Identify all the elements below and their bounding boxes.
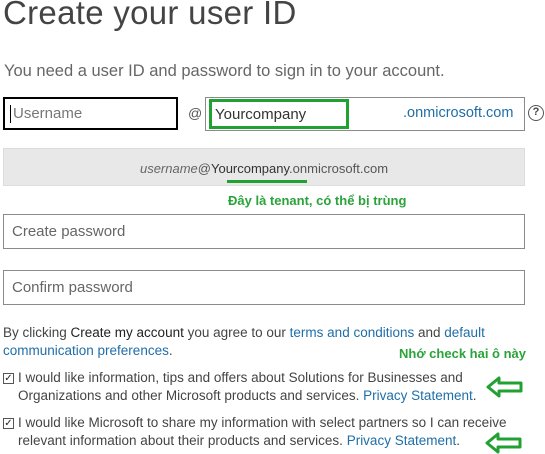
- tenant-note-annotation: Đây là tenant, có thể bị trùng: [228, 193, 407, 208]
- preview-tenant: Yourcompany: [210, 161, 290, 176]
- partners-checkbox[interactable]: ✓: [3, 418, 14, 429]
- preview-username: username: [139, 161, 198, 176]
- partners-option-text: I would like Microsoft to share my infor…: [18, 414, 528, 450]
- create-password-input[interactable]: [3, 214, 525, 249]
- page-subtitle: You need a user ID and password to sign …: [4, 62, 445, 80]
- at-sign: @: [188, 105, 203, 121]
- privacy-statement-link[interactable]: Privacy Statement: [363, 388, 473, 403]
- offers-period: .: [472, 388, 477, 403]
- confirm-password-input[interactable]: [3, 270, 525, 305]
- consent-end: .: [168, 343, 173, 358]
- check-note-annotation: Nhớ check hai ô này: [399, 346, 527, 361]
- help-icon[interactable]: ?: [528, 105, 544, 121]
- tenant-input[interactable]: [209, 99, 349, 129]
- consent-and: and: [414, 325, 445, 340]
- user-id-preview-text: username@Yourcompany.onmicrosoft.com: [3, 161, 525, 176]
- arrow-left-icon: [486, 376, 523, 398]
- username-input[interactable]: [3, 97, 178, 130]
- terms-link[interactable]: terms and conditions: [290, 325, 415, 340]
- preview-suffix: .onmicrosoft.com: [289, 161, 389, 176]
- offers-checkbox[interactable]: ✓: [3, 373, 14, 384]
- consent-prefix: By clicking: [3, 325, 71, 340]
- offers-option-text: I would like information, tips and offer…: [18, 369, 488, 405]
- text-caret: [10, 105, 11, 123]
- partners-period: .: [456, 433, 460, 448]
- arrow-left-icon: [485, 432, 522, 454]
- consent-middle: you agree to our: [183, 325, 290, 340]
- tenant-underline-annotation: [227, 180, 307, 183]
- privacy-statement-link-2[interactable]: Privacy Statement: [347, 433, 457, 448]
- page-title: Create your user ID: [3, 0, 297, 31]
- preview-at: @: [197, 161, 211, 176]
- domain-suffix: .onmicrosoft.com: [403, 105, 514, 121]
- consent-button-name: Create my account: [70, 325, 184, 340]
